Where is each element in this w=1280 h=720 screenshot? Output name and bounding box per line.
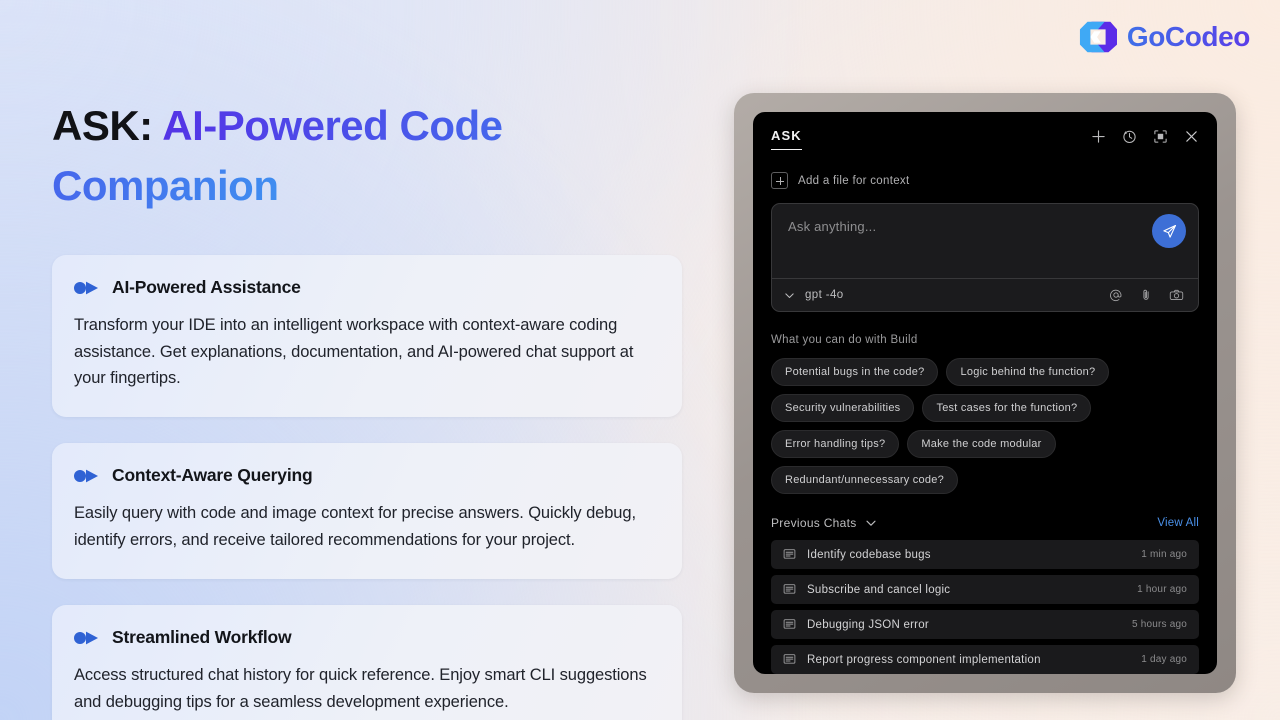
- mention-at-icon[interactable]: [1109, 288, 1123, 302]
- chat-history-time: 5 hours ago: [1131, 619, 1187, 630]
- composer-tool-icons: [1109, 288, 1184, 302]
- chat-history-title: Debugging JSON error: [807, 618, 929, 631]
- composer-toolbar: gpt -4o: [772, 278, 1198, 311]
- chat-history-item[interactable]: Report progress component implementation…: [771, 645, 1199, 674]
- camera-icon[interactable]: [1169, 288, 1184, 302]
- suggestion-chip[interactable]: Error handling tips?: [771, 430, 900, 458]
- feature-card-title: Context-Aware Querying: [112, 465, 313, 486]
- chat-history-time: 1 day ago: [1141, 654, 1187, 665]
- plus-icon[interactable]: [1091, 129, 1106, 144]
- composer: Ask anything... gpt -4o: [771, 203, 1199, 312]
- add-file-context-label: Add a file for context: [798, 174, 910, 187]
- left-content-column: ASK: AI-Powered Code Companion AI-Powere…: [52, 96, 682, 720]
- expand-icon[interactable]: [1153, 129, 1168, 144]
- attachment-paperclip-icon[interactable]: [1139, 288, 1153, 302]
- feature-card-title: AI-Powered Assistance: [112, 277, 301, 298]
- chat-history-time: 1 hour ago: [1137, 584, 1187, 595]
- history-clock-icon[interactable]: [1122, 129, 1137, 144]
- chat-history-title: Subscribe and cancel logic: [807, 583, 951, 596]
- feature-card: AI-Powered Assistance Transform your IDE…: [52, 255, 682, 418]
- chat-history-item[interactable]: Subscribe and cancel logic 1 hour ago: [771, 575, 1199, 604]
- add-file-context-row[interactable]: Add a file for context: [771, 172, 1199, 189]
- page-title-prefix: ASK:: [52, 102, 163, 149]
- chevron-down-icon: [785, 292, 794, 298]
- feature-card-title: Streamlined Workflow: [112, 627, 292, 648]
- feature-card-body: Access structured chat history for quick…: [74, 666, 647, 711]
- previous-chats-list: Identify codebase bugs 1 min ago Subscri…: [771, 540, 1199, 674]
- composer-input-area[interactable]: Ask anything...: [772, 204, 1198, 278]
- feature-card: Streamlined Workflow Access structured c…: [52, 605, 682, 720]
- suggestion-chip[interactable]: Redundant/unnecessary code?: [771, 466, 959, 494]
- send-paper-plane-icon: [1162, 224, 1176, 238]
- view-all-link[interactable]: View All: [1157, 517, 1199, 529]
- chat-history-item[interactable]: Identify codebase bugs 1 min ago: [771, 540, 1199, 569]
- chat-message-icon: [783, 619, 796, 629]
- chat-history-time: 1 min ago: [1141, 549, 1187, 560]
- bullet-arrow-icon: [74, 281, 98, 295]
- page-title: ASK: AI-Powered Code Companion: [52, 96, 682, 215]
- chat-message-icon: [783, 654, 796, 664]
- chat-history-title: Report progress component implementation: [807, 653, 1041, 666]
- chat-history-title: Identify codebase bugs: [807, 548, 931, 561]
- add-file-plus-icon[interactable]: [771, 172, 788, 189]
- suggestion-chip[interactable]: Logic behind the function?: [946, 358, 1110, 386]
- ask-input-placeholder: Ask anything...: [788, 219, 877, 234]
- model-selector[interactable]: gpt -4o: [784, 289, 844, 301]
- suggestion-chip-list: Potential bugs in the code? Logic behind…: [771, 358, 1199, 494]
- gocodeo-logo-icon: [1079, 21, 1117, 53]
- suggestion-chip[interactable]: Potential bugs in the code?: [771, 358, 939, 386]
- feature-card-header: Streamlined Workflow: [74, 627, 656, 648]
- previous-chats-header: Previous Chats View All: [771, 516, 1199, 530]
- feature-card-header: Context-Aware Querying: [74, 465, 656, 486]
- suggestion-chip[interactable]: Security vulnerabilities: [771, 394, 915, 422]
- close-icon[interactable]: [1184, 129, 1199, 144]
- model-name: gpt -4o: [805, 289, 844, 301]
- send-button[interactable]: [1152, 214, 1186, 248]
- brand-logo: GoCodeo: [1079, 18, 1250, 56]
- feature-card-header: AI-Powered Assistance: [74, 277, 656, 298]
- bullet-arrow-icon: [74, 631, 98, 645]
- suggestions-label: What you can do with Build: [771, 334, 918, 346]
- brand-name: GoCodeo: [1126, 21, 1251, 52]
- suggestion-chip[interactable]: Make the code modular: [907, 430, 1056, 458]
- chat-message-icon: [783, 584, 796, 594]
- feature-card-list: AI-Powered Assistance Transform your IDE…: [52, 255, 682, 720]
- tab-ask[interactable]: ASK: [771, 128, 802, 150]
- feature-card: Context-Aware Querying Easily query with…: [52, 443, 682, 580]
- panel-header: ASK: [771, 128, 1199, 150]
- ask-chat-panel: ASK Add a file for context Ask anything.…: [753, 112, 1217, 674]
- feature-card-body: Transform your IDE into an intelligent w…: [74, 316, 634, 388]
- feature-card-body: Easily query with code and image context…: [74, 504, 636, 549]
- previous-chats-title: Previous Chats: [771, 516, 857, 530]
- chat-message-icon: [783, 549, 796, 559]
- device-frame: ASK Add a file for context Ask anything.…: [734, 93, 1236, 693]
- chevron-down-icon: [866, 520, 876, 526]
- panel-header-actions: [1091, 128, 1199, 144]
- previous-chats-toggle[interactable]: Previous Chats: [771, 516, 877, 530]
- bullet-arrow-icon: [74, 469, 98, 483]
- chat-history-item[interactable]: Debugging JSON error 5 hours ago: [771, 610, 1199, 639]
- suggestion-chip[interactable]: Test cases for the function?: [922, 394, 1092, 422]
